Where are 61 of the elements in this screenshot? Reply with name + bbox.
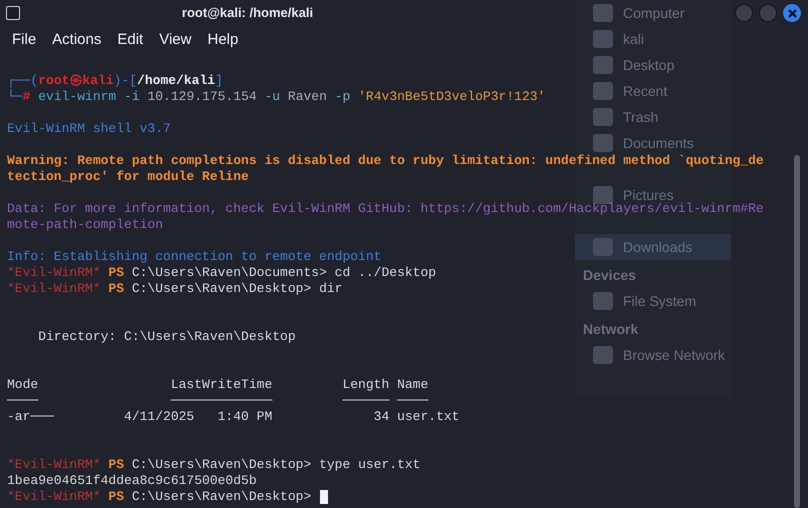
terminal-text: # (22, 89, 30, 105)
sidebar-item[interactable]: Downloads (575, 234, 731, 260)
terminal-text: ┌──( (7, 73, 38, 89)
terminal-text: Raven (286, 89, 327, 105)
terminal-text: mote-path-completion (7, 217, 164, 233)
terminal-text: -u (263, 89, 280, 105)
terminal-text: └─ (7, 89, 23, 105)
terminal-text: Mode LastWriteTime Length Name (7, 377, 428, 393)
cursor (320, 490, 328, 504)
terminal-text: root㉿kali (38, 73, 114, 89)
close-button[interactable] (783, 4, 801, 22)
terminal-text: )-[ (114, 73, 138, 89)
scrollbar[interactable] (794, 155, 800, 508)
menu-item[interactable]: Edit (117, 28, 144, 52)
sidebar-item[interactable]: Desktop (575, 52, 731, 78)
terminal-text: Info: Establishing connection to remote endpoint (7, 249, 382, 265)
terminal-text: Data: For more information, check Evil-WinRM GitHub: https://github.com/Hackplayers/evil-winrm#Re (7, 201, 764, 217)
terminal-text: PS (107, 489, 124, 505)
menu-item[interactable]: File (12, 28, 36, 52)
terminal-text: *Evil-WinRM* (7, 489, 101, 505)
sidebar-item[interactable]: File System (575, 288, 731, 314)
terminal-text: PS (107, 281, 124, 297)
terminal-text: -i (123, 89, 140, 105)
terminal-text: 'R4v3nBe5tD3veloP3r!123' (357, 89, 546, 105)
terminal-text: *Evil-WinRM* (7, 265, 101, 281)
close-icon (788, 8, 796, 18)
terminal-text: /home/kali (137, 73, 216, 89)
terminal-text: C:\Users\Raven\Desktop> (130, 489, 312, 505)
terminal-text: -ar─── 4/11/2025 1:40 PM 34 user.txt (7, 409, 460, 425)
window-title: root@kali: /home/kali (182, 4, 314, 22)
terminal-text: *Evil-WinRM* (7, 281, 101, 297)
terminal-text: C:\Users\Raven\Desktop> type user.txt (130, 457, 420, 473)
terminal-text: PS (107, 265, 124, 281)
sidebar-item[interactable]: Browse Network (575, 342, 731, 368)
terminal-text: Warning: Remote path completions is disabled due to ruby limitation: undefined method `quoting_de (7, 153, 764, 169)
terminal-text: 10.129.175.154 (146, 89, 257, 105)
terminal-text: ] (215, 73, 223, 89)
terminal-text: C:\Users\Raven\Desktop> dir (130, 281, 342, 297)
menu-item[interactable]: Help (207, 28, 238, 52)
sidebar-item[interactable]: Recent (575, 78, 731, 104)
minimize-button[interactable] (735, 4, 753, 22)
sidebar-item[interactable]: Computer (575, 0, 731, 26)
menu-item[interactable]: Actions (52, 28, 102, 52)
sidebar-item[interactable]: Trash (575, 104, 731, 130)
terminal-text: *Evil-WinRM* (7, 457, 101, 473)
sidebar-item[interactable]: kali (575, 26, 731, 52)
terminal-text: -p (334, 89, 350, 105)
menu-item[interactable]: View (159, 28, 192, 52)
sidebar-item[interactable]: Documents (575, 130, 731, 156)
terminal-text: evil-winrm (37, 89, 116, 105)
terminal-text: tection_proc' for module Reline (7, 169, 249, 185)
sidebar-heading: Network (583, 320, 638, 339)
terminal-text: 1bea9e04651f4ddea8c9c617500e0d5b (7, 473, 257, 489)
sidebar-heading: Devices (583, 266, 636, 285)
terminal-text: ──── ───────────── ────── ──── (7, 393, 428, 409)
terminal-icon (6, 6, 20, 20)
terminal-text: Directory: C:\Users\Raven\Desktop (37, 329, 296, 345)
maximize-button[interactable] (759, 4, 777, 22)
terminal-text: PS (107, 457, 124, 473)
terminal-text: Evil-WinRM shell v3.7 (7, 121, 171, 137)
terminal-text: C:\Users\Raven\Documents> cd ../Desktop (130, 265, 436, 281)
